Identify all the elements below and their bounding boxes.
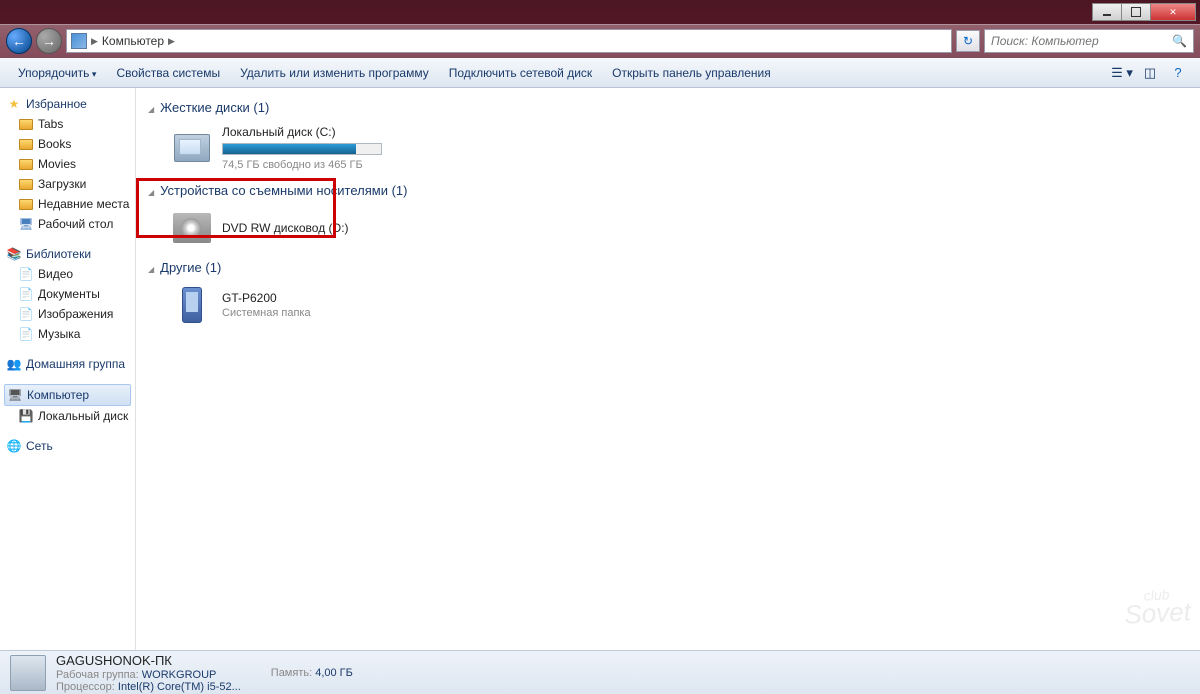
preview-pane-button[interactable]: ◫ bbox=[1138, 62, 1162, 84]
library-icon: 📚 bbox=[6, 246, 22, 262]
address-bar[interactable]: ▶ Компьютер ▶ bbox=[66, 29, 952, 53]
uninstall-program-button[interactable]: Удалить или изменить программу bbox=[230, 62, 439, 84]
drive-icon: 💾 bbox=[18, 408, 34, 424]
sidebar-item-label: Изображения bbox=[38, 307, 113, 321]
chevron-right-icon: ▶ bbox=[168, 36, 175, 47]
nav-bar: ← → ▶ Компьютер ▶ ↻ 🔍 bbox=[0, 24, 1200, 58]
sidebar-item-label: Tabs bbox=[38, 117, 63, 131]
sidebar-item-label: Локальный диск ( bbox=[38, 409, 131, 423]
status-cpu-label: Процессор: bbox=[56, 681, 115, 693]
hdd-icon bbox=[172, 128, 212, 168]
search-box[interactable]: 🔍 bbox=[984, 29, 1194, 53]
sidebar-item-videos[interactable]: 📄 Видео bbox=[4, 264, 131, 284]
desktop-icon: 🖥 bbox=[18, 216, 34, 232]
sidebar-computer-header[interactable]: 🖥 Компьютер bbox=[4, 384, 131, 406]
minimize-button[interactable] bbox=[1092, 3, 1122, 21]
usage-bar bbox=[222, 143, 382, 155]
drive-subtitle: Системная папка bbox=[222, 307, 311, 319]
help-button[interactable]: ? bbox=[1166, 62, 1190, 84]
explorer-body: ★ Избранное Tabs Books Movies Загрузки Н… bbox=[0, 88, 1200, 650]
open-control-panel-button[interactable]: Открыть панель управления bbox=[602, 62, 781, 84]
network-icon: 🌐 bbox=[6, 438, 22, 454]
sidebar-computer-label: Компьютер bbox=[27, 388, 89, 402]
section-hard-drives[interactable]: Жесткие диски (1) bbox=[148, 96, 1188, 121]
sidebar-homegroup-label: Домашняя группа bbox=[26, 357, 125, 371]
search-icon: 🔍 bbox=[1172, 34, 1187, 48]
drive-device-gtp6200[interactable]: GT-P6200 Системная папка bbox=[148, 281, 1188, 333]
star-icon: ★ bbox=[6, 96, 22, 112]
drive-local-c[interactable]: Локальный диск (C:) 74,5 ГБ свободно из … bbox=[148, 121, 1188, 179]
status-bar: GAGUSHONOK-ПК Рабочая группа: WORKGROUP … bbox=[0, 650, 1200, 694]
sidebar-item-local-disk[interactable]: 💾 Локальный диск ( bbox=[4, 406, 131, 426]
status-memory-label: Память: bbox=[271, 667, 312, 679]
titlebar bbox=[0, 0, 1200, 24]
sidebar-item-label: Документы bbox=[38, 287, 100, 301]
status-memory: 4,00 ГБ bbox=[315, 667, 353, 679]
folder-icon bbox=[19, 179, 33, 190]
system-properties-button[interactable]: Свойства системы bbox=[106, 62, 230, 84]
sidebar-item-tabs[interactable]: Tabs bbox=[4, 114, 131, 134]
sidebar-item-music[interactable]: 📄 Музыка bbox=[4, 324, 131, 344]
status-computer-name: GAGUSHONOK-ПК bbox=[56, 653, 172, 668]
sidebar-item-pictures[interactable]: 📄 Изображения bbox=[4, 304, 131, 324]
close-button[interactable] bbox=[1150, 3, 1196, 21]
sidebar-item-recent[interactable]: Недавние места bbox=[4, 194, 131, 214]
folder-icon bbox=[19, 139, 33, 150]
content-pane: Жесткие диски (1) Локальный диск (C:) 74… bbox=[136, 88, 1200, 650]
drive-name: GT-P6200 bbox=[222, 291, 311, 305]
sidebar-item-label: Books bbox=[38, 137, 71, 151]
folder-icon bbox=[19, 199, 33, 210]
sidebar-item-documents[interactable]: 📄 Документы bbox=[4, 284, 131, 304]
computer-icon: 🖥 bbox=[7, 387, 23, 403]
section-other[interactable]: Другие (1) bbox=[148, 256, 1188, 281]
computer-icon bbox=[10, 655, 46, 691]
sidebar-item-label: Рабочий стол bbox=[38, 217, 113, 231]
map-network-drive-button[interactable]: Подключить сетевой диск bbox=[439, 62, 602, 84]
drive-name: Локальный диск (C:) bbox=[222, 125, 382, 139]
view-options-button[interactable]: ☰ ▾ bbox=[1110, 62, 1134, 84]
sidebar-libraries-header[interactable]: 📚 Библиотеки bbox=[4, 244, 131, 264]
section-removable[interactable]: Устройства со съемными носителями (1) bbox=[148, 179, 1188, 204]
drive-name: DVD RW дисковод (D:) bbox=[222, 221, 349, 235]
sidebar-network-label: Сеть bbox=[26, 439, 53, 453]
organize-menu[interactable]: Упорядочить bbox=[8, 62, 106, 84]
sidebar-item-label: Видео bbox=[38, 267, 73, 281]
folder-icon bbox=[19, 159, 33, 170]
music-icon: 📄 bbox=[18, 326, 34, 342]
homegroup-icon: 👥 bbox=[6, 356, 22, 372]
toolbar: Упорядочить Свойства системы Удалить или… bbox=[0, 58, 1200, 88]
picture-icon: 📄 bbox=[18, 306, 34, 322]
sidebar-network-header[interactable]: 🌐 Сеть bbox=[4, 436, 131, 456]
sidebar-libraries-label: Библиотеки bbox=[26, 247, 91, 261]
computer-icon bbox=[71, 33, 87, 49]
chevron-right-icon: ▶ bbox=[91, 36, 98, 47]
forward-button[interactable]: → bbox=[36, 28, 62, 54]
sidebar-favorites-label: Избранное bbox=[26, 97, 87, 111]
sidebar-item-downloads[interactable]: Загрузки bbox=[4, 174, 131, 194]
phone-icon bbox=[172, 285, 212, 325]
sidebar-item-label: Музыка bbox=[38, 327, 80, 341]
status-cpu: Intel(R) Core(TM) i5-52... bbox=[118, 681, 241, 693]
video-icon: 📄 bbox=[18, 266, 34, 282]
folder-icon bbox=[19, 119, 33, 130]
breadcrumb-location[interactable]: Компьютер bbox=[102, 34, 164, 48]
sidebar: ★ Избранное Tabs Books Movies Загрузки Н… bbox=[0, 88, 136, 650]
sidebar-item-desktop[interactable]: 🖥 Рабочий стол bbox=[4, 214, 131, 234]
sidebar-homegroup-header[interactable]: 👥 Домашняя группа bbox=[4, 354, 131, 374]
document-icon: 📄 bbox=[18, 286, 34, 302]
sidebar-item-movies[interactable]: Movies bbox=[4, 154, 131, 174]
usage-fill bbox=[223, 144, 356, 154]
sidebar-item-books[interactable]: Books bbox=[4, 134, 131, 154]
refresh-button[interactable]: ↻ bbox=[956, 30, 980, 52]
dvd-icon bbox=[172, 208, 212, 248]
search-input[interactable] bbox=[991, 34, 1172, 48]
sidebar-item-label: Movies bbox=[38, 157, 76, 171]
sidebar-favorites-header[interactable]: ★ Избранное bbox=[4, 94, 131, 114]
drive-dvd[interactable]: DVD RW дисковод (D:) bbox=[148, 204, 1188, 256]
sidebar-item-label: Недавние места bbox=[38, 197, 129, 211]
back-button[interactable]: ← bbox=[6, 28, 32, 54]
drive-free-space: 74,5 ГБ свободно из 465 ГБ bbox=[222, 159, 382, 171]
sidebar-item-label: Загрузки bbox=[38, 177, 86, 191]
maximize-button[interactable] bbox=[1121, 3, 1151, 21]
